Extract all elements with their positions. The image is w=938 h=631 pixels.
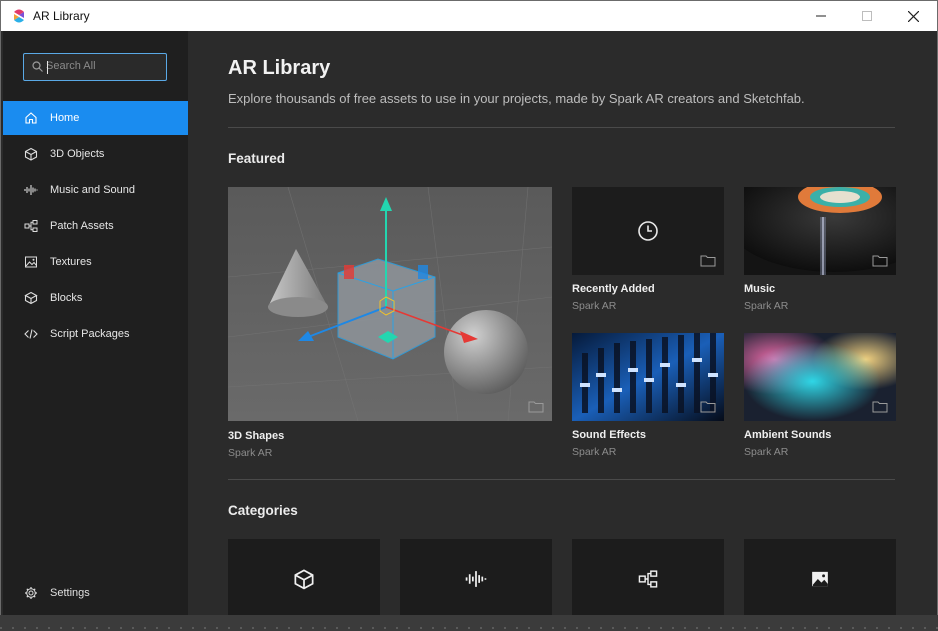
card-thumbnail (572, 187, 724, 275)
card-thumbnail (744, 333, 896, 421)
folder-icon (528, 401, 544, 413)
home-icon (24, 111, 38, 125)
settings-button[interactable]: Settings (3, 583, 90, 603)
card-title: Ambient Sounds (744, 429, 832, 441)
image-icon (24, 255, 38, 269)
spark-ar-logo-icon (14, 9, 24, 23)
card-thumbnail (744, 187, 896, 275)
title-bar: AR Library (1, 1, 937, 31)
sidebar-item-label: Blocks (50, 292, 83, 304)
clock-icon (638, 221, 658, 241)
window-title: AR Library (33, 9, 90, 23)
sidebar-item-textures[interactable]: Textures (3, 245, 188, 279)
sidebar-item-label: 3D Objects (50, 148, 105, 160)
sidebar-item-home[interactable]: Home (3, 101, 188, 135)
sidebar-item-label: Home (50, 112, 80, 124)
sidebar-item-3d-objects[interactable]: 3D Objects (3, 137, 188, 171)
sidebar-nav: Home 3D Objects Music and Sound Patch As… (3, 101, 188, 353)
3d-shapes-thumbnail-image (228, 187, 552, 421)
close-icon (907, 10, 919, 22)
page-title: AR Library (228, 57, 331, 79)
category-tile-3d-objects[interactable] (228, 539, 380, 616)
card-title: Sound Effects (572, 429, 646, 441)
app-window: AR Library Home (0, 0, 938, 631)
card-thumbnail (228, 187, 552, 421)
category-tile-music-and-sound[interactable] (400, 539, 552, 616)
sidebar-item-blocks[interactable]: Blocks (3, 281, 188, 315)
folder-icon (872, 401, 888, 413)
text-caret (47, 61, 48, 74)
card-author: Spark AR (228, 447, 273, 459)
sidebar-item-patch-assets[interactable]: Patch Assets (3, 209, 188, 243)
main-content: AR Library Explore thousands of free ass… (188, 31, 937, 616)
card-title: Recently Added (572, 283, 655, 295)
sidebar-item-script-packages[interactable]: Script Packages (3, 317, 188, 351)
card-thumbnail (572, 333, 724, 421)
page-subtitle: Explore thousands of free assets to use … (228, 91, 805, 106)
settings-label: Settings (50, 587, 90, 599)
featured-card-recently-added[interactable]: Recently Added Spark AR (572, 187, 724, 317)
card-author: Spark AR (572, 300, 617, 312)
cube-icon (24, 147, 38, 161)
featured-card-ambient-sounds[interactable]: Ambient Sounds Spark AR (744, 333, 896, 463)
featured-card-music[interactable]: Music Spark AR (744, 187, 896, 317)
waveform-icon (24, 183, 38, 197)
sidebar-item-label: Patch Assets (50, 220, 114, 232)
maximize-icon (862, 11, 872, 21)
divider (228, 127, 895, 128)
folder-icon (700, 401, 716, 413)
taskbar-edge (0, 615, 938, 631)
featured-title: Featured (228, 151, 286, 166)
sidebar-item-label: Music and Sound (50, 184, 135, 196)
category-tile-textures[interactable] (744, 539, 896, 616)
code-icon (24, 327, 38, 341)
category-tile-patch-assets[interactable] (572, 539, 724, 616)
minimize-button[interactable] (798, 1, 844, 31)
search-input[interactable] (46, 56, 156, 76)
card-author: Spark AR (572, 446, 617, 458)
waveform-icon (465, 571, 487, 587)
search-box[interactable] (23, 53, 167, 81)
card-author: Spark AR (744, 446, 789, 458)
card-title: 3D Shapes (228, 430, 285, 442)
image-icon (812, 571, 828, 587)
featured-card-sound-effects[interactable]: Sound Effects Spark AR (572, 333, 724, 463)
sidebar-item-music-and-sound[interactable]: Music and Sound (3, 173, 188, 207)
patch-icon (638, 570, 658, 588)
featured-card-3d-shapes[interactable]: 3D Shapes Spark AR (228, 187, 552, 462)
maximize-button[interactable] (844, 1, 890, 31)
gear-icon (24, 586, 38, 600)
folder-icon (700, 255, 716, 267)
close-button[interactable] (890, 1, 936, 31)
sidebar: Home 3D Objects Music and Sound Patch As… (3, 31, 188, 616)
search-icon (32, 61, 43, 72)
cube-icon (294, 569, 314, 590)
sidebar-item-label: Script Packages (50, 328, 130, 340)
divider (228, 479, 895, 480)
sidebar-item-label: Textures (50, 256, 92, 268)
folder-icon (872, 255, 888, 267)
card-author: Spark AR (744, 300, 789, 312)
card-title: Music (744, 283, 776, 295)
categories-title: Categories (228, 503, 298, 518)
patch-icon (24, 219, 38, 233)
minimize-icon (816, 15, 826, 17)
block-icon (24, 291, 38, 305)
